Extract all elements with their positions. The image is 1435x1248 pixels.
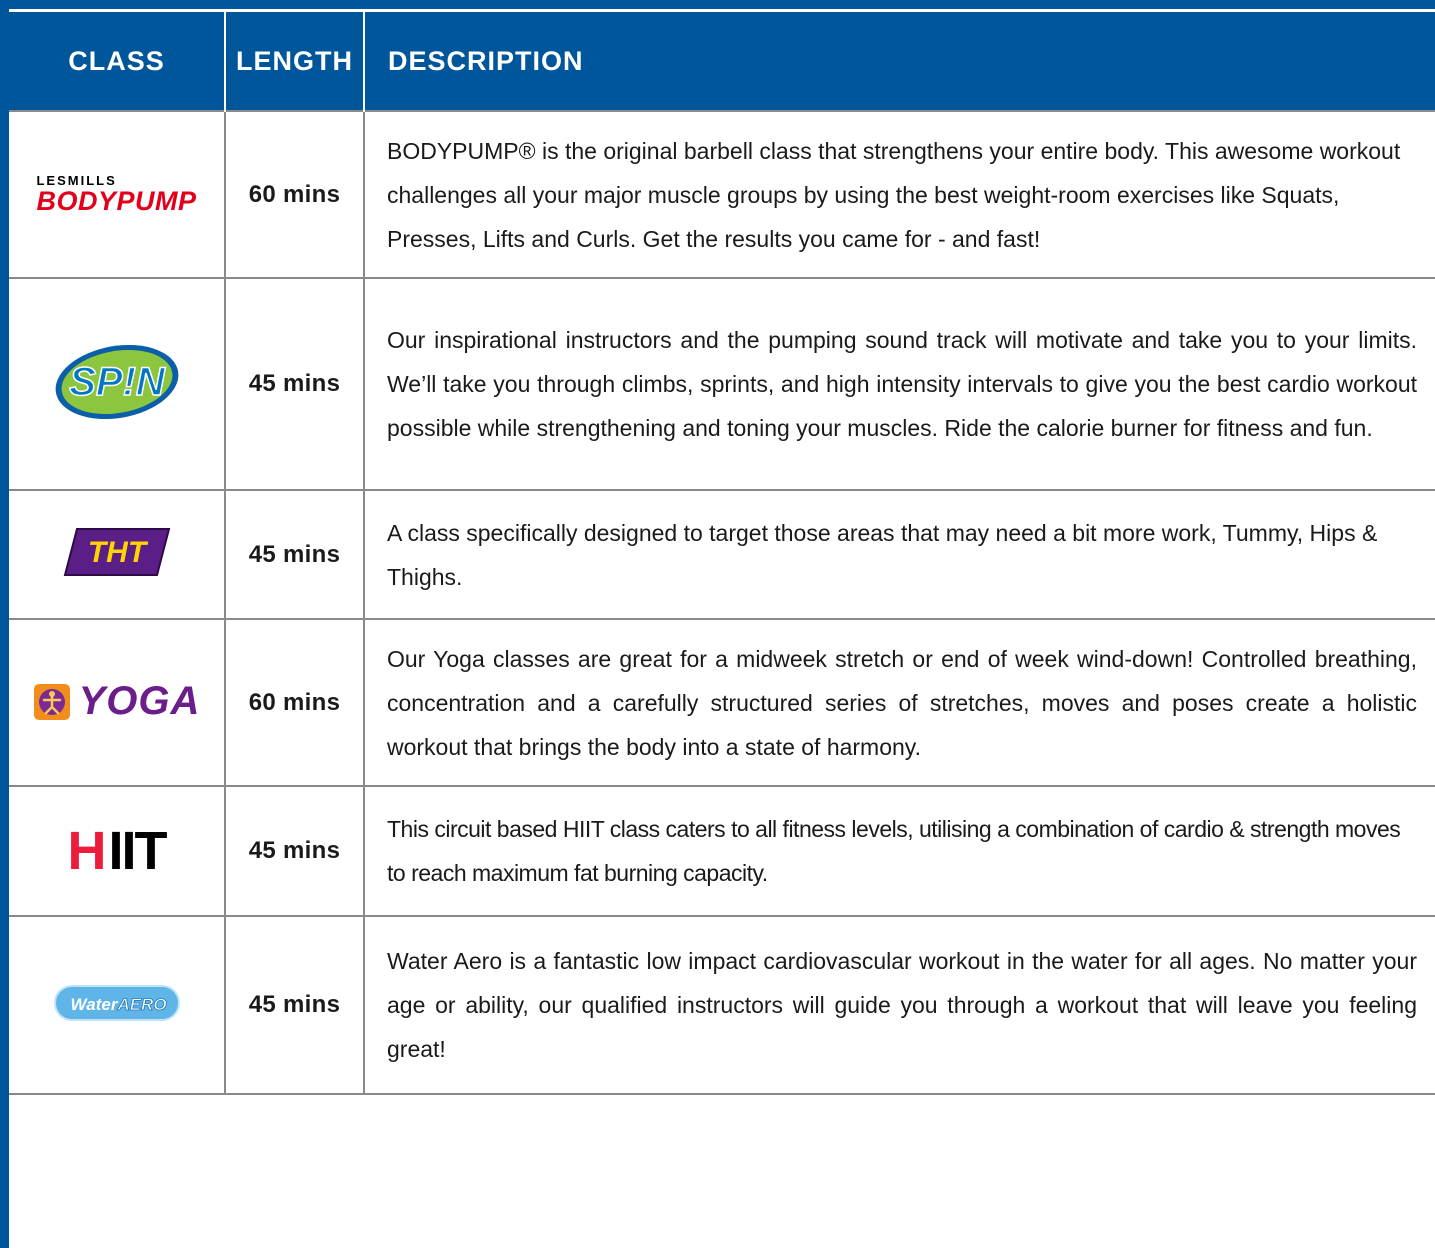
- class-length: 45 mins: [225, 277, 365, 491]
- tht-logo: THT: [63, 528, 170, 576]
- class-logo-cell: H IIT: [9, 785, 226, 917]
- class-logo-cell: THT: [9, 489, 226, 620]
- class-logo-cell: LESMILLS BODYPUMP: [9, 110, 226, 279]
- class-length: 45 mins: [225, 915, 365, 1095]
- class-length: 45 mins: [225, 489, 365, 620]
- class-description: Water Aero is a fantastic low impact car…: [387, 948, 1417, 1062]
- top-border: [9, 0, 1435, 12]
- header-length: LENGTH: [225, 12, 365, 111]
- table-row: LESMILLS BODYPUMP 60 mins BODYPUMP® is t…: [9, 110, 1435, 279]
- class-timetable-sheet: CLASS LENGTH DESCRIPTION LESMILLS BODYPU…: [0, 0, 1435, 1248]
- class-length: 45 mins: [225, 785, 365, 917]
- class-description-cell: BODYPUMP® is the original barbell class …: [364, 110, 1435, 279]
- class-length: 60 mins: [225, 618, 365, 787]
- class-logo-cell: SP!N: [9, 277, 226, 491]
- spin-logo: SP!N: [55, 344, 178, 419]
- bodypump-logo: LESMILLS BODYPUMP: [36, 173, 197, 216]
- table-row: THT 45 mins A class specifically designe…: [9, 489, 1435, 620]
- class-logo-cell: YOGA: [9, 618, 226, 787]
- water-aero-logo: Water AERO: [53, 984, 180, 1021]
- class-description: BODYPUMP® is the original barbell class …: [387, 137, 1401, 252]
- svg-text:Water: Water: [70, 995, 118, 1014]
- class-description: This circuit based HIIT class caters to …: [387, 816, 1401, 886]
- class-description-cell: A class specifically designed to target …: [364, 489, 1435, 620]
- svg-text:THT: THT: [87, 536, 148, 569]
- table-row: SP!N 45 mins Our inspirational instructo…: [9, 277, 1435, 491]
- table-row: Water AERO 45 mins Water Aero is a fanta…: [9, 915, 1435, 1095]
- header-description: DESCRIPTION: [364, 12, 1435, 111]
- svg-text:SP!N: SP!N: [69, 360, 166, 404]
- table-row: YOGA 60 mins Our Yoga classes are great …: [9, 618, 1435, 787]
- class-description: Our inspirational instructors and the pu…: [387, 327, 1417, 441]
- class-description-cell: This circuit based HIIT class caters to …: [364, 785, 1435, 917]
- class-logo-cell: Water AERO: [9, 915, 226, 1095]
- table-header-row: CLASS LENGTH DESCRIPTION: [9, 12, 1435, 111]
- class-length: 60 mins: [225, 110, 365, 279]
- class-description: A class specifically designed to target …: [387, 519, 1378, 590]
- yoga-pose-icon: [33, 683, 70, 720]
- class-description-cell: Our inspirational instructors and the pu…: [364, 277, 1435, 491]
- yoga-logo: YOGA: [33, 679, 201, 724]
- class-description-cell: Our Yoga classes are great for a midweek…: [364, 618, 1435, 787]
- table-row: H IIT 45 mins This circuit based HIIT cl…: [9, 785, 1435, 917]
- hiit-logo: H IIT: [67, 821, 168, 881]
- class-table: CLASS LENGTH DESCRIPTION LESMILLS BODYPU…: [9, 12, 1435, 1095]
- header-class: CLASS: [9, 12, 226, 111]
- class-description: Our Yoga classes are great for a midweek…: [387, 645, 1417, 760]
- class-description-cell: Water Aero is a fantastic low impact car…: [364, 915, 1435, 1095]
- svg-text:AERO: AERO: [116, 995, 166, 1014]
